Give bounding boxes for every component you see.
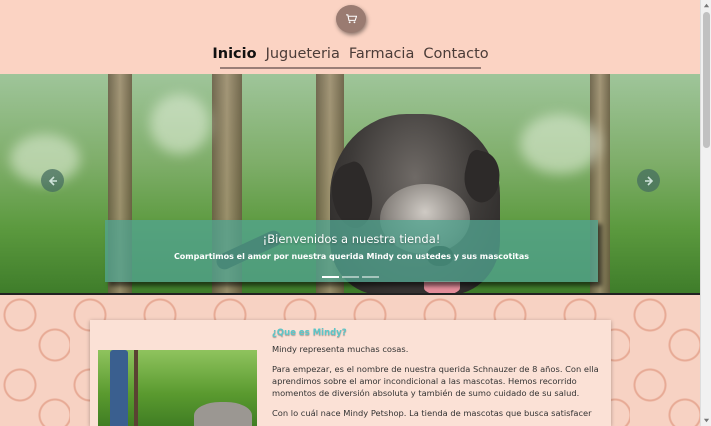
dog-figure <box>194 402 252 426</box>
carousel-indicator[interactable] <box>322 276 339 278</box>
carousel-title: ¡Bienvenidos a nuestra tienda! <box>262 232 441 246</box>
about-paragraph: Para empezar, es el nombre de nuestra qu… <box>272 364 599 398</box>
nav-link-inicio[interactable]: Inicio <box>212 43 256 67</box>
cart-button[interactable] <box>336 5 366 33</box>
dog-tongue <box>424 281 460 293</box>
shopping-cart-icon <box>345 14 357 24</box>
about-paragraph: Mindy representa muchas cosas. <box>272 344 409 354</box>
about-heading: ¿Que es Mindy? <box>272 328 347 338</box>
carousel-prev-button[interactable] <box>41 169 64 192</box>
arrow-left-icon <box>48 175 57 186</box>
carousel-subtitle: Compartimos el amor por nuestra querida … <box>173 252 530 261</box>
nav-link-jugueteria[interactable]: Jugueteria <box>266 43 340 67</box>
background-bokeh <box>150 94 210 154</box>
carousel-next-button[interactable] <box>637 169 660 192</box>
arrow-right-icon <box>644 175 653 186</box>
carousel-indicator[interactable] <box>362 276 379 278</box>
scroll-down-icon[interactable] <box>703 417 710 424</box>
scrollbar-thumb[interactable] <box>703 12 710 148</box>
background-bokeh <box>520 114 600 174</box>
page-scrollbar[interactable] <box>700 0 711 426</box>
about-text: ¿Que es Mindy? Mindy representa muchas c… <box>272 328 602 426</box>
scroll-up-icon[interactable] <box>703 2 710 9</box>
main-nav: Inicio Jugueteria Farmacia Contacto <box>212 43 489 69</box>
carousel-indicators <box>322 276 379 278</box>
about-paragraph: Con lo cuál nace Mindy Petshop. La tiend… <box>272 408 592 418</box>
about-image <box>98 350 257 426</box>
carousel-indicator[interactable] <box>342 276 359 278</box>
about-card: ¿Que es Mindy? Mindy representa muchas c… <box>90 320 611 426</box>
nav-link-farmacia[interactable]: Farmacia <box>349 43 415 67</box>
carousel-caption: ¡Bienvenidos a nuestra tienda! Compartim… <box>105 220 598 282</box>
person-leg <box>110 350 128 426</box>
leash <box>134 350 138 426</box>
top-header: Inicio Jugueteria Farmacia Contacto <box>0 0 700 74</box>
nav-link-contacto[interactable]: Contacto <box>423 43 488 67</box>
